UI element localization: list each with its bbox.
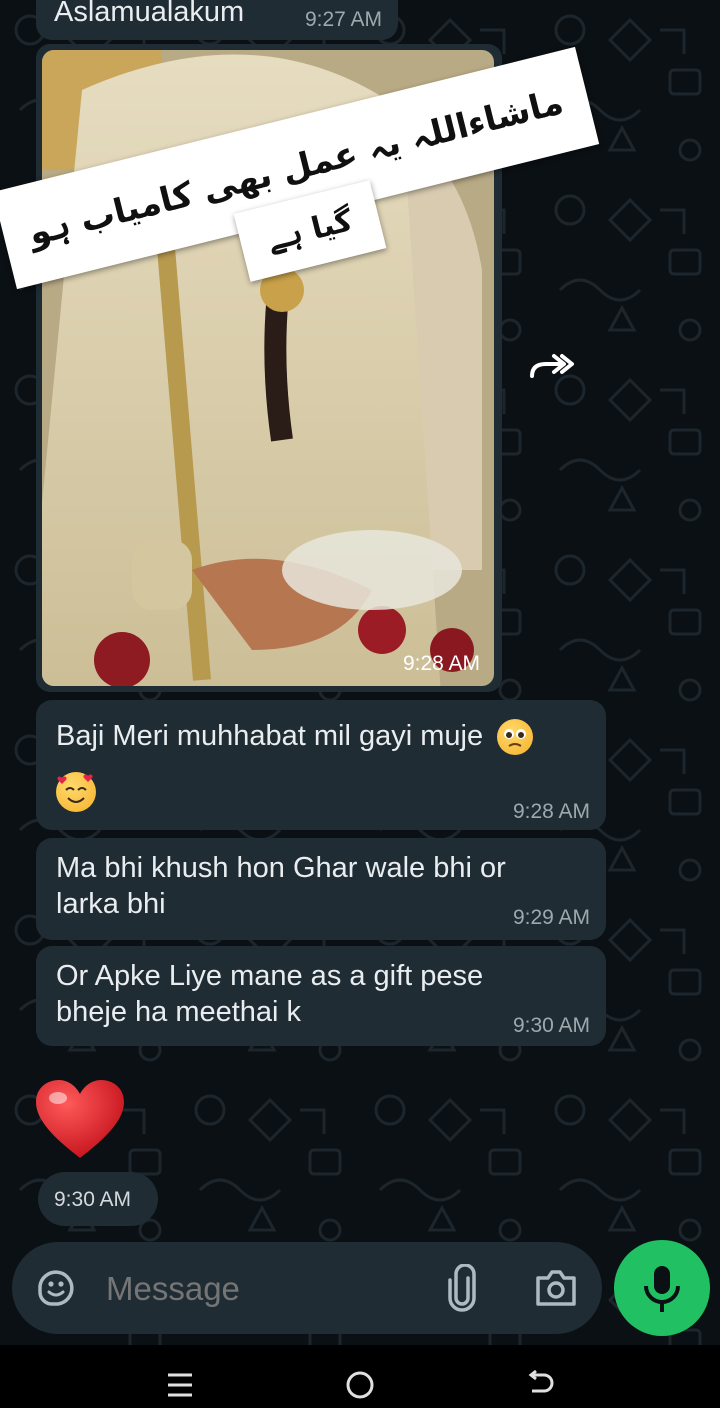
message-line-2: larka bhi bbox=[56, 888, 166, 920]
message-time: 9:30 AM bbox=[54, 1188, 132, 1211]
smiling-face-with-hearts-emoji bbox=[56, 772, 96, 812]
message-time: 9:28 AM bbox=[512, 800, 590, 823]
system-navigation-bar bbox=[0, 1345, 720, 1408]
sticker-icon[interactable] bbox=[34, 1266, 78, 1310]
voice-record-button[interactable] bbox=[614, 1240, 710, 1336]
mic-icon bbox=[644, 1266, 680, 1312]
message-text-content: Baji Meri muhhabat mil gayi muje bbox=[56, 720, 484, 752]
back-icon[interactable] bbox=[524, 1369, 556, 1401]
recent-apps-icon[interactable] bbox=[166, 1371, 194, 1399]
heart-time-chip: 9:30 AM bbox=[38, 1172, 158, 1226]
crying-face-emoji bbox=[497, 719, 534, 756]
camera-icon[interactable] bbox=[534, 1268, 578, 1308]
message-text: Baji Meri muhhabat mil gayi muje bbox=[56, 718, 534, 756]
message-text: Or Apke Liye mane as a gift pese bheje h… bbox=[56, 958, 483, 1030]
message-input[interactable] bbox=[104, 1264, 428, 1314]
message-time: 9:30 AM bbox=[512, 1014, 590, 1037]
message-bubble-top[interactable]: Aslamualakum 9:27 AM bbox=[36, 0, 398, 40]
red-heart-emoji[interactable] bbox=[34, 1078, 126, 1162]
message-line-1: Ma bhi khush hon Ghar wale bhi or bbox=[56, 852, 506, 884]
message-line-2: bheje ha meethai k bbox=[56, 996, 302, 1028]
image-time: 9:28 AM bbox=[402, 652, 480, 675]
home-icon[interactable] bbox=[344, 1369, 376, 1401]
attach-icon[interactable] bbox=[444, 1263, 480, 1312]
forward-icon bbox=[530, 354, 574, 378]
caption-line-2: گیا ہے bbox=[263, 203, 357, 258]
message-composer bbox=[12, 1242, 602, 1334]
message-time: 9:29 AM bbox=[512, 906, 590, 929]
message-bubble-2[interactable]: Ma bhi khush hon Ghar wale bhi or larka … bbox=[36, 838, 606, 940]
message-line-1: Or Apke Liye mane as a gift pese bbox=[56, 960, 484, 992]
message-time: 9:27 AM bbox=[304, 8, 382, 31]
message-bubble-3[interactable]: Or Apke Liye mane as a gift pese bheje h… bbox=[36, 946, 606, 1046]
message-bubble-1[interactable]: Baji Meri muhhabat mil gayi muje 9:28 AM bbox=[36, 700, 606, 830]
forward-button[interactable] bbox=[522, 340, 578, 396]
message-text: Ma bhi khush hon Ghar wale bhi or larka … bbox=[56, 850, 506, 922]
message-text: Aslamualakum bbox=[54, 0, 245, 28]
